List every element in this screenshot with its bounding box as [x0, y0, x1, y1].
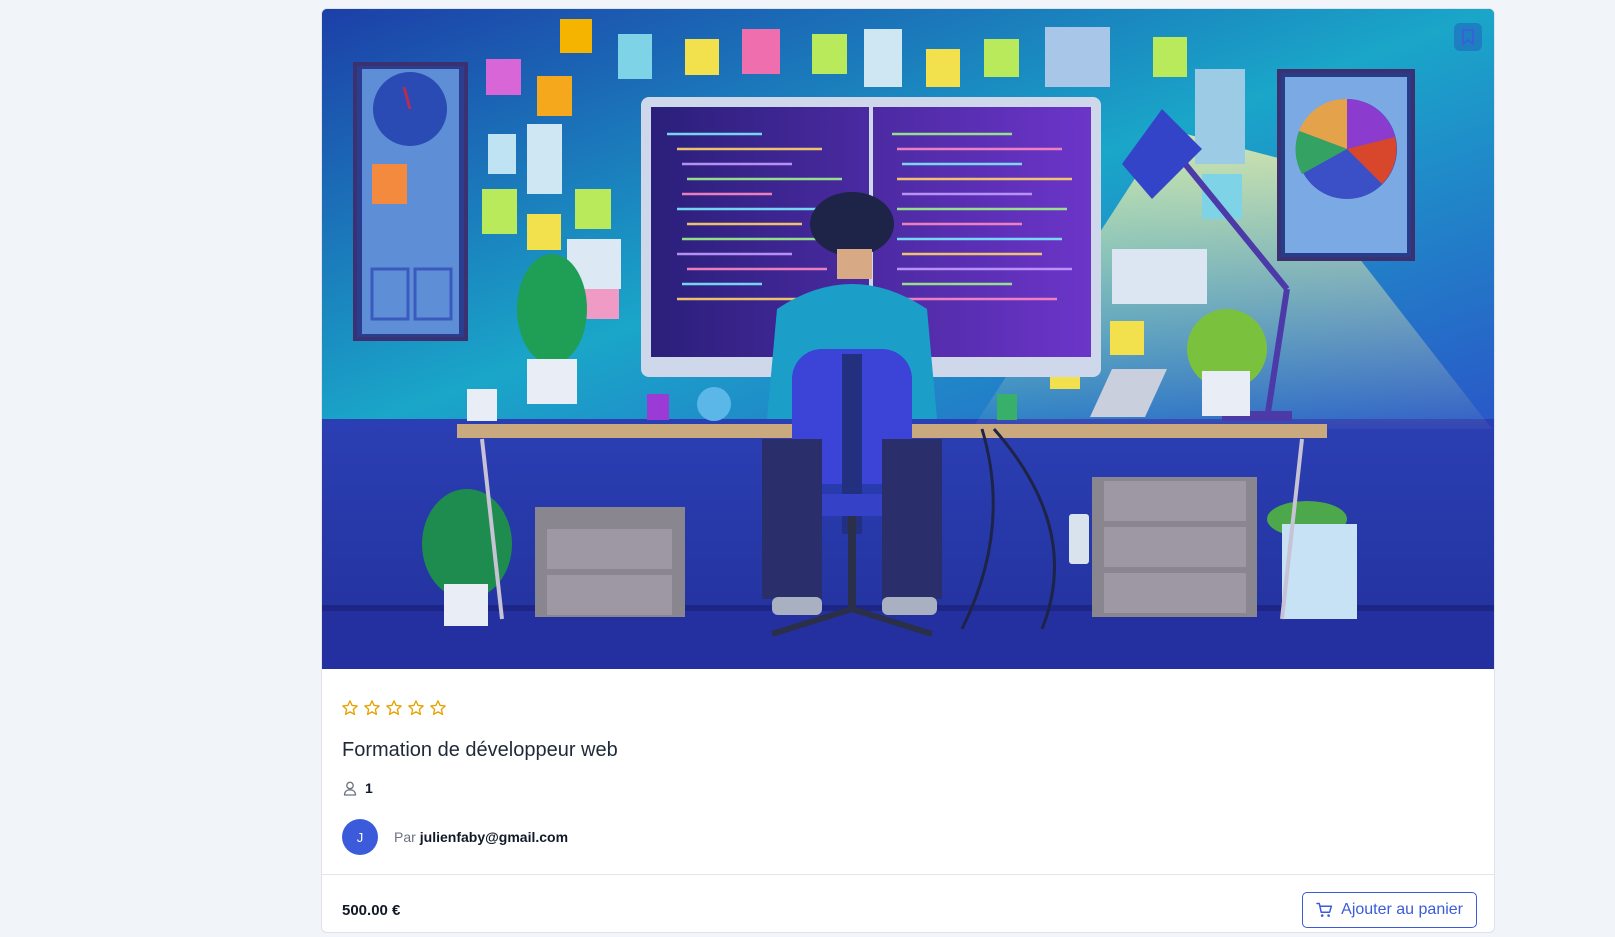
star-outline-icon[interactable]: [407, 699, 425, 717]
avatar: J: [342, 819, 378, 855]
course-details: Formation de développeur web 1 J Par jul…: [322, 669, 1494, 875]
bookmark-button[interactable]: [1454, 23, 1482, 51]
course-card: Formation de développeur web 1 J Par jul…: [321, 8, 1495, 933]
star-outline-icon[interactable]: [341, 699, 359, 717]
course-price: 500.00 €: [342, 902, 401, 919]
star-outline-icon[interactable]: [385, 699, 403, 717]
students-count-value: 1: [365, 780, 373, 796]
star-outline-icon[interactable]: [363, 699, 381, 717]
developer-illustration: [322, 9, 1494, 669]
students-count: 1: [343, 780, 373, 796]
author-email: julienfaby@gmail.com: [419, 829, 569, 845]
add-to-cart-label: Ajouter au panier: [1341, 901, 1463, 918]
course-title[interactable]: Formation de développeur web: [342, 739, 618, 762]
course-thumbnail[interactable]: [322, 9, 1494, 669]
author-by-label: Par: [394, 829, 416, 845]
author-info: J Par julienfaby@gmail.com: [342, 819, 568, 855]
card-footer: 500.00 € Ajouter au panier: [322, 875, 1494, 932]
add-to-cart-button[interactable]: Ajouter au panier: [1302, 892, 1477, 928]
star-outline-icon[interactable]: [429, 699, 447, 717]
rating-stars[interactable]: [341, 699, 447, 717]
user-icon: [343, 781, 357, 796]
bookmark-icon: [1462, 29, 1474, 45]
cart-icon: [1316, 902, 1333, 917]
